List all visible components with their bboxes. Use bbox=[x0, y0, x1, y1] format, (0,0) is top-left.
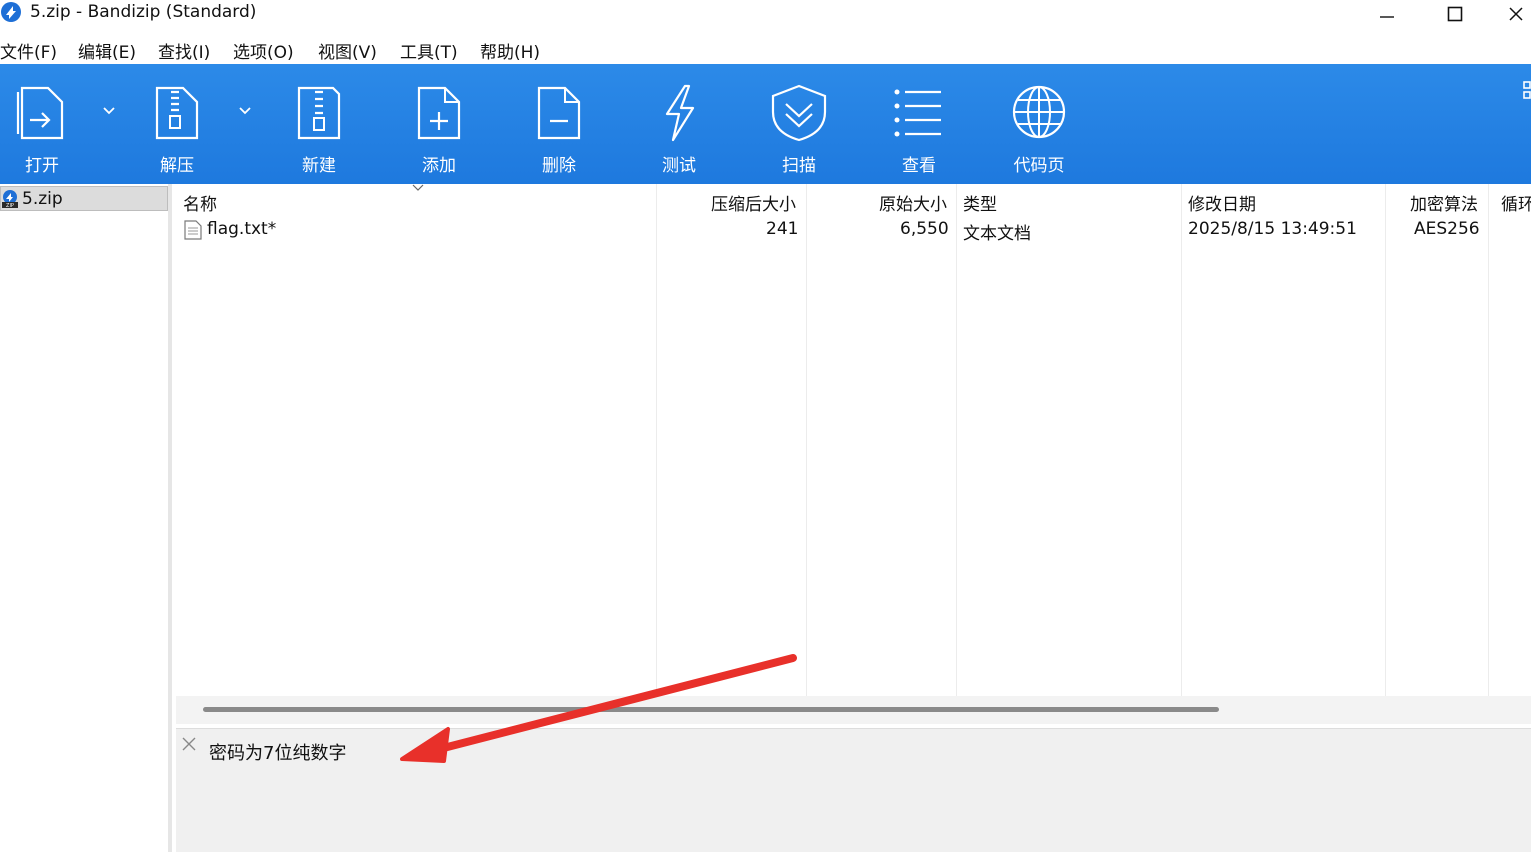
archive-comment-text: 密码为7位纯数字 bbox=[209, 743, 347, 764]
file-name: flag.txt* bbox=[207, 219, 277, 239]
file-encryption: AES256 bbox=[1414, 219, 1480, 239]
scan-shield-icon bbox=[771, 84, 827, 142]
zip-file-icon: ZIP bbox=[2, 189, 18, 208]
add-file-button[interactable]: 添加 bbox=[403, 64, 475, 184]
menu-view[interactable]: 视图(V) bbox=[318, 38, 377, 63]
column-divider[interactable] bbox=[656, 184, 657, 696]
title-bar: 5.zip - Bandizip (Standard) bbox=[0, 0, 1531, 34]
menu-file[interactable]: 文件(F) bbox=[0, 38, 57, 63]
menu-help[interactable]: 帮助(H) bbox=[480, 38, 540, 63]
column-divider[interactable] bbox=[1385, 184, 1386, 696]
test-label: 测试 bbox=[662, 156, 696, 176]
open-icon bbox=[16, 86, 64, 140]
minimize-button[interactable] bbox=[1364, 0, 1410, 28]
folder-tree: ZIP 5.zip bbox=[0, 184, 172, 852]
file-type: 文本文档 bbox=[963, 224, 1031, 244]
extract-button[interactable]: 解压 bbox=[141, 64, 213, 184]
scan-label: 扫描 bbox=[782, 156, 816, 176]
open-label: 打开 bbox=[25, 156, 59, 176]
delete-file-button[interactable]: 删除 bbox=[523, 64, 595, 184]
column-header-cycle[interactable]: 循环 bbox=[1501, 190, 1531, 215]
extract-label: 解压 bbox=[160, 156, 194, 176]
menu-options[interactable]: 选项(O) bbox=[233, 38, 294, 63]
add-label: 添加 bbox=[422, 156, 456, 176]
column-divider[interactable] bbox=[806, 184, 807, 696]
bandizip-logo-icon bbox=[1, 2, 21, 22]
svg-text:ZIP: ZIP bbox=[6, 203, 14, 208]
open-button[interactable]: 打开 bbox=[6, 64, 78, 184]
maximize-button[interactable] bbox=[1432, 0, 1478, 28]
tree-archive-label: 5.zip bbox=[22, 188, 63, 209]
menu-tools[interactable]: 工具(T) bbox=[400, 38, 458, 63]
add-file-icon bbox=[417, 86, 461, 140]
codepage-button[interactable]: 代码页 bbox=[1003, 64, 1075, 184]
scan-button[interactable]: 扫描 bbox=[763, 64, 835, 184]
toolbar: 打开 解压 新建 添加 删除 测试 扫描 查看 代码页 bbox=[0, 64, 1531, 184]
delete-label: 删除 bbox=[542, 156, 576, 176]
test-icon bbox=[665, 84, 695, 142]
window-title: 5.zip - Bandizip (Standard) bbox=[30, 2, 257, 22]
codepage-label: 代码页 bbox=[1013, 156, 1065, 176]
sort-chevron-icon bbox=[412, 184, 424, 191]
column-divider[interactable] bbox=[956, 184, 957, 696]
minimize-icon bbox=[1380, 16, 1394, 18]
view-list-icon bbox=[894, 89, 941, 137]
column-header-encryption[interactable]: 加密算法 bbox=[1410, 190, 1478, 215]
close-button[interactable] bbox=[1500, 0, 1531, 28]
file-modified-date: 2025/8/15 13:49:51 bbox=[1188, 219, 1357, 239]
new-archive-icon bbox=[297, 86, 341, 140]
archive-comment-panel: 密码为7位纯数字 bbox=[176, 728, 1531, 852]
scrollbar-thumb[interactable] bbox=[203, 707, 1219, 712]
globe-icon bbox=[1012, 85, 1066, 139]
close-icon bbox=[1508, 7, 1523, 21]
text-file-icon bbox=[184, 220, 202, 240]
new-archive-button[interactable]: 新建 bbox=[283, 64, 355, 184]
menu-edit[interactable]: 编辑(E) bbox=[78, 38, 136, 63]
tree-item-archive[interactable]: ZIP 5.zip bbox=[0, 186, 168, 211]
view-button[interactable]: 查看 bbox=[883, 64, 955, 184]
chevron-down-icon[interactable] bbox=[237, 102, 253, 118]
column-divider[interactable] bbox=[1181, 184, 1182, 696]
file-compressed-size: 241 bbox=[766, 219, 799, 239]
test-button[interactable]: 测试 bbox=[643, 64, 715, 184]
column-header-modified[interactable]: 修改日期 bbox=[1188, 190, 1256, 215]
delete-file-icon bbox=[537, 86, 581, 140]
column-header-type[interactable]: 类型 bbox=[963, 190, 997, 215]
close-icon[interactable] bbox=[182, 737, 196, 751]
column-header-original-size[interactable]: 原始大小 bbox=[879, 190, 947, 215]
horizontal-scrollbar[interactable] bbox=[176, 696, 1531, 724]
view-label: 查看 bbox=[902, 156, 936, 176]
new-label: 新建 bbox=[302, 156, 336, 176]
column-header-compressed-size[interactable]: 压缩后大小 bbox=[711, 190, 796, 215]
maximize-icon bbox=[1447, 6, 1463, 22]
extract-icon bbox=[155, 86, 199, 140]
column-header-name[interactable]: 名称 bbox=[183, 190, 217, 215]
chevron-down-icon[interactable] bbox=[101, 102, 117, 118]
layout-toggle-icon[interactable] bbox=[1519, 80, 1531, 104]
file-list: 名称 压缩后大小 原始大小 类型 修改日期 加密算法 循环 flag.txt* … bbox=[176, 184, 1531, 696]
menu-find[interactable]: 查找(I) bbox=[158, 38, 210, 63]
column-divider[interactable] bbox=[1488, 184, 1489, 696]
menu-bar: 文件(F) 编辑(E) 查找(I) 选项(O) 视图(V) 工具(T) 帮助(H… bbox=[0, 34, 1531, 64]
file-original-size: 6,550 bbox=[900, 219, 949, 239]
